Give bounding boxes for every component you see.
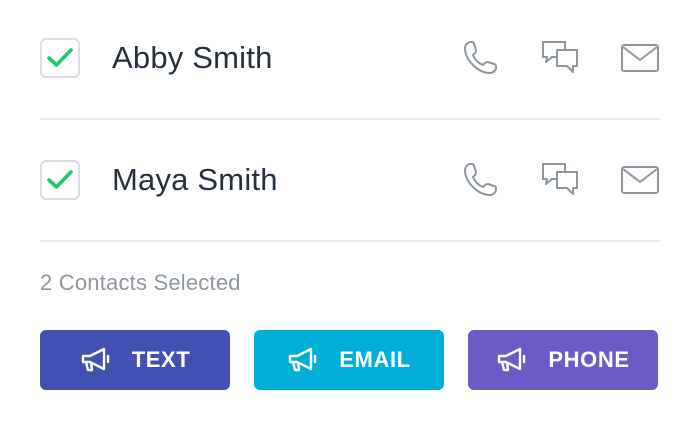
- row-divider: [40, 118, 660, 120]
- contact-selection-panel: Abby Smith Maya Smith 2 Contacts Selecte…: [0, 0, 700, 434]
- phone-icon: [464, 41, 497, 74]
- checkmark-icon: [47, 170, 73, 189]
- call-contact-button[interactable]: [460, 160, 500, 200]
- bulk-email-label: EMAIL: [339, 347, 411, 372]
- bulk-email-button[interactable]: EMAIL: [254, 330, 444, 390]
- contact-checkbox[interactable]: [40, 38, 80, 78]
- email-contact-button[interactable]: [620, 38, 660, 78]
- envelope-icon: [621, 166, 659, 194]
- contact-actions: [460, 160, 660, 200]
- chat-bubbles-icon: [542, 41, 578, 73]
- phone-icon: [464, 163, 497, 196]
- bulk-phone-button[interactable]: PHONE: [468, 330, 658, 390]
- contact-row: Abby Smith: [40, 18, 660, 98]
- contact-name: Abby Smith: [112, 40, 273, 75]
- megaphone-icon: [496, 347, 530, 373]
- message-contact-button[interactable]: [540, 160, 580, 200]
- contact-checkbox[interactable]: [40, 160, 80, 200]
- contact-actions: [460, 38, 660, 78]
- call-contact-button[interactable]: [460, 38, 500, 78]
- bulk-phone-label: PHONE: [548, 347, 630, 372]
- megaphone-icon: [80, 347, 114, 373]
- selection-summary: 2 Contacts Selected: [40, 270, 241, 295]
- megaphone-icon: [287, 347, 321, 373]
- bulk-text-button[interactable]: TEXT: [40, 330, 230, 390]
- checkmark-icon: [47, 48, 73, 67]
- contact-name: Maya Smith: [112, 162, 278, 197]
- contact-row: Maya Smith: [40, 140, 660, 220]
- email-contact-button[interactable]: [620, 160, 660, 200]
- message-contact-button[interactable]: [540, 38, 580, 78]
- bulk-text-label: TEXT: [131, 347, 191, 372]
- row-divider: [40, 240, 660, 242]
- chat-bubbles-icon: [542, 163, 578, 195]
- envelope-icon: [621, 44, 659, 72]
